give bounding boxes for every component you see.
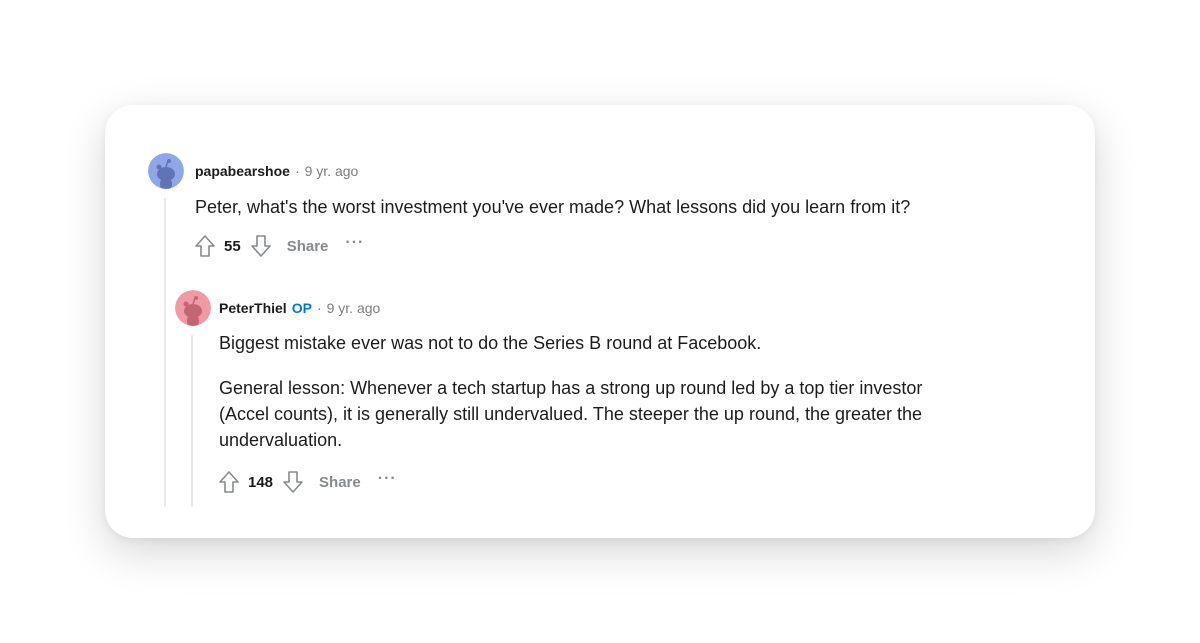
- meta-separator: ·: [316, 300, 322, 316]
- upvote-button[interactable]: [192, 232, 218, 260]
- more-options-icon[interactable]: ···: [345, 235, 364, 257]
- comment-meta: PeterThiel OP · 9 yr. ago: [219, 300, 380, 316]
- comment-actions: 148 Share ···: [216, 468, 397, 496]
- comment-paragraph: Biggest mistake ever was not to do the S…: [219, 333, 762, 353]
- username[interactable]: PeterThiel: [219, 300, 287, 316]
- vote-score: 148: [248, 473, 274, 491]
- upvote-arrow-icon: [195, 235, 215, 257]
- downvote-button[interactable]: [280, 468, 306, 496]
- op-badge: OP: [291, 300, 312, 316]
- timestamp[interactable]: 9 yr. ago: [327, 300, 381, 316]
- upvote-button[interactable]: [216, 468, 242, 496]
- downvote-arrow-icon: [250, 235, 271, 257]
- username[interactable]: papabearshoe: [195, 163, 290, 179]
- meta-separator: ·: [294, 163, 300, 179]
- timestamp[interactable]: 9 yr. ago: [305, 163, 359, 179]
- comment-meta: papabearshoe · 9 yr. ago: [195, 163, 358, 179]
- comment-paragraph: Peter, what's the worst investment you'v…: [195, 197, 911, 217]
- upvote-arrow-icon: [219, 471, 239, 493]
- comment-paragraph: General lesson: Whenever a tech startup …: [219, 378, 923, 450]
- downvote-arrow-icon: [283, 471, 303, 493]
- thread-line[interactable]: [191, 335, 193, 507]
- downvote-button[interactable]: [248, 232, 274, 260]
- share-button[interactable]: Share: [287, 238, 329, 255]
- share-button[interactable]: Share: [319, 474, 361, 491]
- comment-body: Biggest mistake ever was not to do the S…: [219, 330, 959, 472]
- snoo-avatar-icon: [148, 153, 184, 189]
- avatar[interactable]: [148, 153, 184, 189]
- comment-actions: 55 Share ···: [192, 232, 364, 260]
- more-options-icon[interactable]: ···: [378, 471, 397, 493]
- vote-score: 55: [224, 237, 241, 255]
- avatar[interactable]: [175, 290, 211, 326]
- comment-thread-card: papabearshoe · 9 yr. ago Peter, what's t…: [105, 105, 1095, 538]
- thread-line[interactable]: [164, 198, 166, 507]
- snoo-avatar-icon: [175, 290, 211, 326]
